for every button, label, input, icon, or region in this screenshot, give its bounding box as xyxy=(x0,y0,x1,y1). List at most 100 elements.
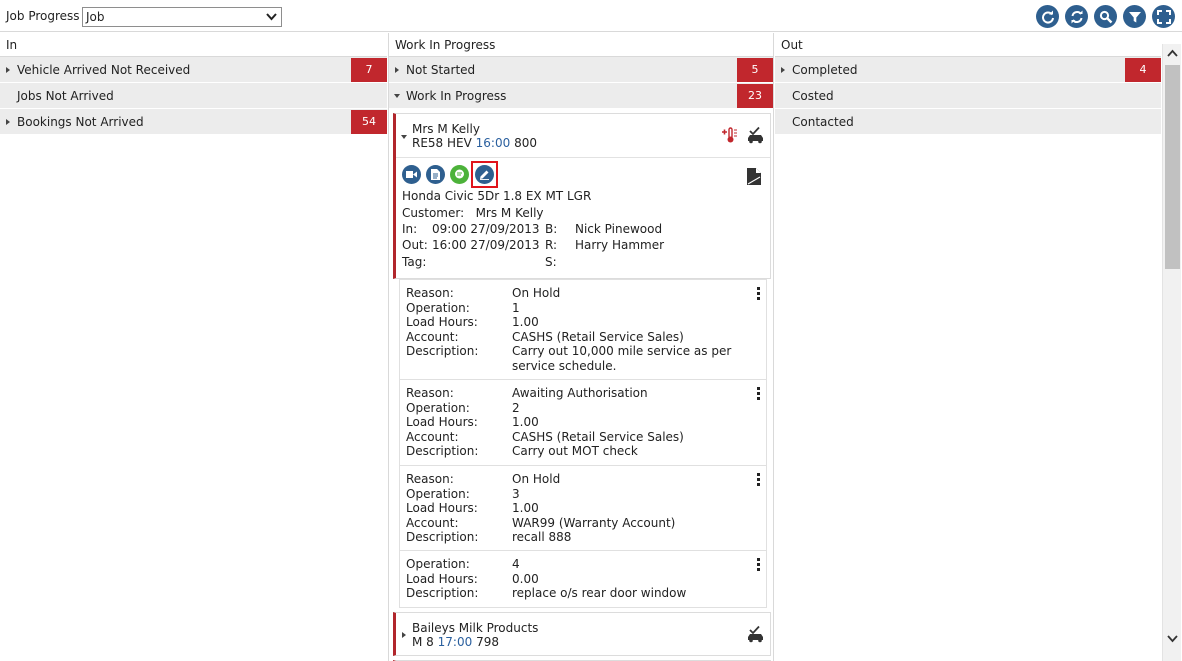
operation-label: Operation: xyxy=(406,400,470,415)
load-hours-label: Load Hours: xyxy=(406,315,478,329)
more-options-icon[interactable] xyxy=(757,473,761,488)
fullscreen-button[interactable] xyxy=(1152,5,1175,28)
vertical-scrollbar[interactable] xyxy=(1162,44,1181,661)
operation-label: Operation: xyxy=(406,557,470,571)
job-card[interactable]: Baileys Milk Products M 8 17:00 798 xyxy=(393,612,771,656)
column-in: In Vehicle Arrived Not Received 7 Jobs N… xyxy=(0,33,387,661)
job-customer-name: Mrs M Kelly xyxy=(412,122,480,136)
message-button[interactable] xyxy=(450,165,469,184)
booker-row: B: Nick Pinewood xyxy=(545,222,662,236)
edit-button-highlight[interactable] xyxy=(471,161,498,188)
job-vehicle: Honda Civic 5Dr 1.8 EX MT LGR xyxy=(402,189,592,203)
toolbar: Job Progress Job xyxy=(0,0,1182,32)
video-camera-icon xyxy=(406,171,417,178)
job-progress-label: Job Progress xyxy=(6,9,80,23)
more-options-icon[interactable] xyxy=(757,558,761,573)
collapse-arrow-icon[interactable] xyxy=(394,94,400,98)
load-hours-value: 1.00 xyxy=(512,315,539,329)
operation-item[interactable]: Reason: Awaiting Authorisation Operation:… xyxy=(400,379,766,465)
customer-label: Customer: xyxy=(402,206,465,220)
expand-arrow-icon[interactable] xyxy=(781,67,785,73)
scroll-up-icon[interactable] xyxy=(1167,49,1178,57)
job-summary-line: M 8 17:00 798 xyxy=(412,635,499,649)
job-card[interactable]: Mrs M Kelly RE58 HEV 16:00 800 Honda Civ… xyxy=(393,113,771,279)
description-value: Carry out MOT check xyxy=(512,444,638,458)
group-not-started[interactable]: Not Started 5 xyxy=(389,57,773,83)
job-time: 16:00 xyxy=(475,136,511,150)
operation-item[interactable]: Reason: On Hold Operation: 3 Load Hours: 1.… xyxy=(400,465,766,550)
column-in-title: In xyxy=(0,33,387,57)
filter-button[interactable] xyxy=(1123,5,1146,28)
operation-item[interactable]: Operation: 4 Load Hours: 0.00 Description:… xyxy=(400,550,766,607)
group-completed[interactable]: Completed 4 xyxy=(775,57,1161,83)
job-customer-name: Baileys Milk Products xyxy=(412,621,539,635)
account-label: Account: xyxy=(406,329,459,344)
group-vehicle-arrived-not-received[interactable]: Vehicle Arrived Not Received 7 xyxy=(0,57,387,83)
expand-arrow-icon[interactable] xyxy=(395,67,399,73)
out-label: Out: xyxy=(402,238,428,252)
expand-arrow-icon[interactable] xyxy=(6,67,10,73)
job-card-details: Honda Civic 5Dr 1.8 EX MT LGR Customer: … xyxy=(396,158,770,278)
load-hours-label: Load Hours: xyxy=(406,415,478,429)
car-check-icon[interactable] xyxy=(746,625,765,643)
column-out: Out Completed 4 Costed Contacted xyxy=(775,33,1161,661)
note-icon[interactable] xyxy=(747,168,761,185)
group-label: Costed xyxy=(792,89,834,103)
account-value: CASHS (Retail Service Sales) xyxy=(512,429,684,444)
account-value: WAR99 (Warranty Account) xyxy=(512,515,676,530)
operation-item[interactable]: Reason: On Hold Operation: 1 Load Hours: 1.… xyxy=(400,279,766,379)
view-select[interactable]: Job xyxy=(82,7,282,27)
in-label: In: xyxy=(402,222,418,236)
document-button[interactable] xyxy=(426,165,445,184)
group-work-in-progress[interactable]: Work In Progress 23 xyxy=(389,83,773,109)
reason-label: Reason: xyxy=(406,386,454,400)
operation-value: 3 xyxy=(512,486,520,501)
job-summary-line: RE58 HEV 16:00 800 xyxy=(412,136,537,150)
column-work-in-progress: Work In Progress Not Started 5 Work In P… xyxy=(388,33,774,661)
description-value: replace o/s rear door window xyxy=(512,586,687,600)
expand-arrow-icon[interactable] xyxy=(6,119,10,125)
job-card-header[interactable]: Mrs M Kelly RE58 HEV 16:00 800 xyxy=(396,114,770,158)
job-customer-row: Customer: Mrs M Kelly xyxy=(402,206,544,220)
scrollbar-thumb[interactable] xyxy=(1165,65,1180,269)
column-out-title: Out xyxy=(775,33,1161,57)
group-label: Vehicle Arrived Not Received xyxy=(17,63,191,77)
r-value: Harry Hammer xyxy=(575,238,665,252)
reason-value: On Hold xyxy=(512,472,561,486)
more-options-icon[interactable] xyxy=(757,287,761,302)
description-label: Description: xyxy=(406,444,479,458)
refresh-button[interactable] xyxy=(1036,5,1059,28)
operation-value: 2 xyxy=(512,400,520,415)
reason-label: Reason: xyxy=(406,472,454,486)
video-button[interactable] xyxy=(402,165,421,184)
chevron-down-icon xyxy=(266,13,277,21)
r-label: R: xyxy=(545,238,558,252)
job-card-header[interactable]: Baileys Milk Products M 8 17:00 798 xyxy=(396,613,770,655)
thermometer-alert-icon[interactable] xyxy=(721,126,739,144)
scroll-down-icon[interactable] xyxy=(1167,635,1178,643)
load-hours-value: 1.00 xyxy=(512,415,539,429)
operation-label: Operation: xyxy=(406,486,470,501)
account-label: Account: xyxy=(406,429,459,444)
collapse-arrow-icon[interactable] xyxy=(401,135,407,139)
reason-value: Awaiting Authorisation xyxy=(512,386,648,400)
in-value: 09:00 27/09/2013 xyxy=(432,222,540,236)
search-button[interactable] xyxy=(1094,5,1117,28)
group-label: Contacted xyxy=(792,115,854,129)
sync-button[interactable] xyxy=(1065,5,1088,28)
group-costed[interactable]: Costed xyxy=(775,83,1161,109)
group-jobs-not-arrived[interactable]: Jobs Not Arrived xyxy=(0,83,387,109)
car-check-icon[interactable] xyxy=(746,126,765,144)
group-contacted[interactable]: Contacted xyxy=(775,109,1161,135)
expand-arrow-icon[interactable] xyxy=(402,632,406,638)
more-options-icon[interactable] xyxy=(757,387,761,402)
s-label: S: xyxy=(545,255,557,269)
receptionist-row: R: Harry Hammer xyxy=(545,238,664,252)
edit-button[interactable] xyxy=(475,165,494,184)
reason-label: Reason: xyxy=(406,286,454,300)
description-label: Description: xyxy=(406,530,479,544)
group-bookings-not-arrived[interactable]: Bookings Not Arrived 54 xyxy=(0,109,387,135)
fullscreen-icon xyxy=(1156,9,1171,24)
group-count-badge: 54 xyxy=(351,110,387,134)
out-value: 16:00 27/09/2013 xyxy=(432,238,540,252)
